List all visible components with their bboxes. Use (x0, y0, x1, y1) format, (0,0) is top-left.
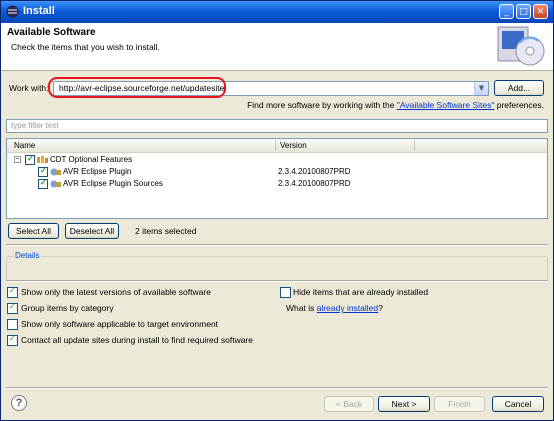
target-env-label: Show only software applicable to target … (21, 319, 219, 329)
wizard-header: Available Software Check the items that … (1, 23, 553, 71)
back-button[interactable]: < Back (324, 396, 374, 412)
feature-group-icon (37, 156, 48, 163)
target-env-checkbox[interactable] (7, 319, 18, 330)
select-all-button[interactable]: Select All (8, 223, 59, 239)
column-version[interactable]: Version (280, 141, 307, 150)
minimize-button[interactable]: _ (499, 4, 514, 19)
hide-installed-checkbox[interactable] (280, 287, 291, 298)
column-separator (275, 140, 276, 151)
filter-placeholder: type filter text (11, 121, 59, 130)
page-title: Available Software (7, 27, 96, 38)
title-bar: Install _ □ ✕ (1, 1, 553, 23)
page-subtitle: Check the items that you wish to install… (11, 42, 160, 52)
close-button[interactable]: ✕ (533, 4, 548, 19)
cancel-button[interactable]: Cancel (492, 396, 544, 412)
item-version: 2.3.4.20100807PRD (278, 179, 351, 188)
group-by-category-checkbox[interactable]: ✓ (7, 302, 18, 314)
add-site-button[interactable]: Add... (494, 80, 544, 96)
item-name: AVR Eclipse Plugin Sources (63, 179, 163, 188)
divider (6, 280, 548, 282)
work-with-label: Work with: (9, 83, 49, 93)
hide-installed-label: Hide items that are already installed (293, 287, 429, 297)
software-tree[interactable]: Name Version − ✓ CDT Optional Features ✓… (6, 138, 548, 219)
column-separator (414, 140, 415, 151)
divider (6, 244, 548, 246)
window-title: Install (23, 5, 55, 17)
tree-row-item[interactable]: ✓ AVR Eclipse Plugin Sources 2.3.4.20100… (7, 178, 547, 190)
item-version: 2.3.4.20100807PRD (278, 167, 351, 176)
tree-row-category[interactable]: − ✓ CDT Optional Features (7, 154, 547, 166)
plugin-feature-icon (50, 180, 61, 188)
deselect-all-button[interactable]: Deselect All (65, 223, 119, 239)
details-title: Details (13, 251, 42, 260)
tree-row-item[interactable]: ✓ AVR Eclipse Plugin 2.3.4.20100807PRD (7, 166, 547, 178)
more-software-text: Find more software by working with the "… (247, 100, 544, 110)
item-name: AVR Eclipse Plugin (63, 167, 132, 176)
latest-only-checkbox[interactable]: ✓ (7, 286, 18, 298)
divider (6, 387, 548, 389)
maximize-button[interactable]: □ (516, 4, 531, 19)
collapse-icon[interactable]: − (14, 156, 21, 163)
category-checkbox[interactable]: ✓ (25, 154, 35, 165)
next-button[interactable]: Next > (378, 396, 430, 412)
already-installed-link[interactable]: already installed (317, 303, 378, 313)
available-sites-link[interactable]: "Available Software Sites" (397, 100, 495, 110)
plugin-feature-icon (50, 168, 61, 176)
tree-header: Name Version (7, 139, 547, 153)
what-is-installed-text: What is already installed? (286, 303, 383, 313)
eclipse-icon (6, 5, 19, 18)
column-name[interactable]: Name (14, 141, 35, 150)
details-group: Details (6, 251, 548, 282)
item-checkbox[interactable]: ✓ (38, 166, 48, 177)
item-checkbox[interactable]: ✓ (38, 178, 48, 189)
chevron-down-icon[interactable]: ▼ (474, 82, 488, 95)
selection-count: 2 items selected (135, 226, 197, 236)
contact-sites-checkbox[interactable]: ✓ (7, 334, 18, 346)
help-icon[interactable]: ? (11, 395, 27, 411)
url-highlight-annotation (48, 77, 226, 98)
filter-input[interactable]: type filter text (6, 119, 548, 133)
latest-only-label: Show only the latest versions of availab… (21, 287, 211, 297)
finish-button[interactable]: Finish (434, 396, 485, 412)
category-name: CDT Optional Features (50, 155, 133, 164)
install-dialog: Install _ □ ✕ Available Software Check t… (0, 0, 554, 421)
contact-sites-label: Contact all update sites during install … (21, 335, 253, 345)
install-cd-icon (497, 26, 545, 66)
group-by-category-label: Group items by category (21, 303, 114, 313)
